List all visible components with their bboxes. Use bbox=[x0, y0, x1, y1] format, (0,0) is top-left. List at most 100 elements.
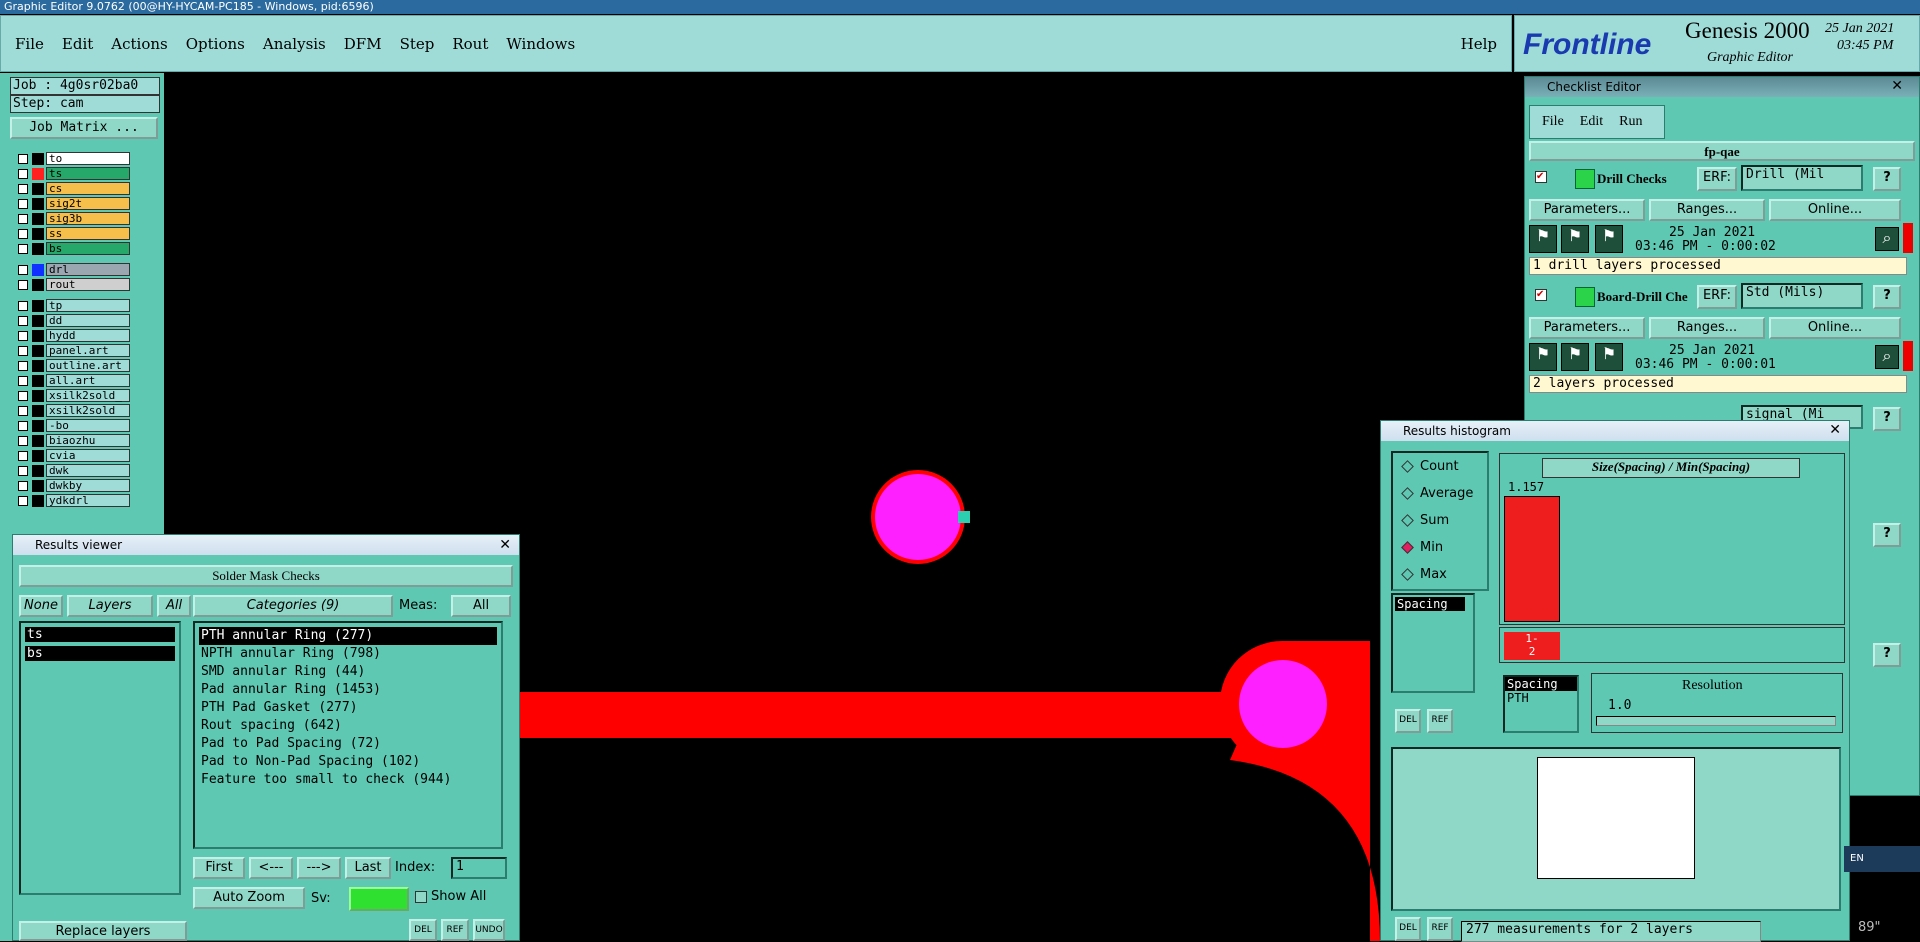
show-all-label: Show All bbox=[431, 889, 487, 904]
list-item[interactable]: Spacing bbox=[1395, 597, 1465, 611]
check-enable-checkbox[interactable]: ✔ bbox=[1535, 171, 1547, 183]
del-button[interactable]: DEL bbox=[1395, 917, 1421, 941]
all-button[interactable]: All bbox=[157, 595, 191, 617]
help-button[interactable]: ? bbox=[1873, 167, 1901, 191]
run-icon[interactable]: ⚑ bbox=[1529, 225, 1557, 253]
radio-icon[interactable] bbox=[1401, 568, 1414, 581]
close-icon[interactable]: ✕ bbox=[1891, 78, 1903, 94]
parameters-button[interactable]: Parameters... bbox=[1529, 199, 1645, 221]
erf-select[interactable]: Drill (Mil bbox=[1741, 165, 1863, 191]
help-button[interactable]: ? bbox=[1873, 643, 1901, 667]
list-item[interactable]: PTH bbox=[1505, 691, 1577, 705]
language-indicator[interactable]: EN bbox=[1844, 846, 1920, 872]
auto-zoom-select[interactable]: Auto Zoom bbox=[193, 887, 305, 909]
undo-button[interactable]: UNDO bbox=[473, 919, 505, 941]
ranges-button[interactable]: Ranges... bbox=[1649, 199, 1765, 221]
list-item[interactable]: bs bbox=[25, 646, 175, 661]
radio-icon[interactable] bbox=[1401, 541, 1414, 554]
index-input[interactable]: 1 bbox=[451, 857, 507, 879]
ref-button[interactable]: REF bbox=[1427, 709, 1453, 733]
category-item[interactable]: PTH annular Ring (277) bbox=[199, 627, 497, 645]
category-item[interactable]: Pad to Pad Spacing (72) bbox=[199, 735, 497, 753]
checklist-menu-run[interactable]: Run bbox=[1619, 114, 1642, 130]
category-item[interactable]: Rout spacing (642) bbox=[199, 717, 497, 735]
last-button[interactable]: Last bbox=[345, 857, 391, 879]
layer-result-list[interactable]: ts bs bbox=[19, 621, 181, 895]
run-icon[interactable]: ⚑ bbox=[1529, 343, 1557, 371]
radio-icon[interactable] bbox=[1401, 460, 1414, 473]
check-status-icon bbox=[1575, 287, 1595, 307]
prev-button[interactable]: <--- bbox=[249, 857, 293, 879]
option-label: Max bbox=[1420, 567, 1447, 582]
checklist-name: fp-qae bbox=[1529, 141, 1915, 161]
next-button[interactable]: ---> bbox=[297, 857, 341, 879]
bin-label[interactable]: 1- 2 bbox=[1504, 632, 1560, 660]
highlight-marker bbox=[958, 511, 970, 523]
preview-area[interactable] bbox=[1391, 747, 1841, 911]
none-button[interactable]: None bbox=[19, 595, 63, 617]
first-button[interactable]: First bbox=[193, 857, 245, 879]
erf-label: ERF: bbox=[1697, 167, 1737, 191]
category-item[interactable]: SMD annular Ring (44) bbox=[199, 663, 497, 681]
alert-indicator bbox=[1903, 223, 1913, 253]
meas-select[interactable]: All bbox=[451, 595, 511, 617]
run-selected-icon[interactable]: ⚑ bbox=[1561, 343, 1589, 371]
checklist-menu: File Edit Run bbox=[1529, 105, 1665, 139]
aggregation-option[interactable]: Average bbox=[1393, 480, 1487, 507]
radio-icon[interactable] bbox=[1401, 487, 1414, 500]
aggregation-option[interactable]: Max bbox=[1393, 561, 1487, 588]
del-button[interactable]: DEL bbox=[409, 919, 437, 941]
run-selected-icon[interactable]: ⚑ bbox=[1561, 225, 1589, 253]
resolution-value: 1.0 bbox=[1608, 698, 1632, 713]
index-label: Index: bbox=[395, 860, 436, 875]
zoom-icon[interactable]: ⌕ bbox=[1875, 345, 1899, 369]
help-button[interactable]: ? bbox=[1873, 285, 1901, 309]
histogram-status: 277 measurements for 2 layers bbox=[1461, 921, 1761, 942]
del-button[interactable]: DEL bbox=[1395, 709, 1421, 733]
option-label: Average bbox=[1420, 486, 1474, 501]
close-icon[interactable]: ✕ bbox=[499, 537, 511, 553]
run-region-icon[interactable]: ⚑ bbox=[1595, 225, 1623, 253]
zoom-icon[interactable]: ⌕ bbox=[1875, 227, 1899, 251]
category-item[interactable]: Feature too small to check (944) bbox=[199, 771, 497, 789]
histogram-bar[interactable] bbox=[1504, 496, 1560, 622]
help-button[interactable]: ? bbox=[1873, 523, 1901, 547]
layers-button[interactable]: Layers bbox=[67, 595, 153, 617]
close-icon[interactable]: ✕ bbox=[1829, 422, 1841, 438]
aggregation-option[interactable]: Min bbox=[1393, 534, 1487, 561]
red-trace bbox=[520, 692, 1260, 738]
list-item[interactable]: Spacing bbox=[1505, 677, 1577, 691]
ref-button[interactable]: REF bbox=[1427, 917, 1453, 941]
erf-select[interactable]: Std (Mils) bbox=[1741, 283, 1863, 309]
category-list[interactable]: PTH annular Ring (277) NPTH annular Ring … bbox=[193, 621, 503, 849]
parameters-button[interactable]: Parameters... bbox=[1529, 317, 1645, 339]
check-enable-checkbox[interactable]: ✔ bbox=[1535, 289, 1547, 301]
filter-list[interactable]: Spacing PTH bbox=[1503, 675, 1579, 733]
replace-layers-select[interactable]: Replace layers bbox=[19, 921, 187, 941]
category-item[interactable]: NPTH annular Ring (798) bbox=[199, 645, 497, 663]
sv-color-select[interactable] bbox=[349, 887, 409, 911]
histogram-window: Results histogram ✕ Count Average Sum Min Ma… bbox=[1380, 420, 1850, 942]
resolution-slider[interactable] bbox=[1596, 716, 1836, 726]
option-label: Min bbox=[1420, 540, 1444, 555]
run-region-icon[interactable]: ⚑ bbox=[1595, 343, 1623, 371]
checklist-menu-file[interactable]: File bbox=[1542, 114, 1564, 130]
show-all-checkbox[interactable] bbox=[415, 891, 427, 903]
run-time: 03:46 PM - 0:00:02 bbox=[1635, 239, 1776, 254]
aggregation-option[interactable]: Sum bbox=[1393, 507, 1487, 534]
field-list[interactable]: Spacing bbox=[1391, 593, 1475, 693]
help-button[interactable]: ? bbox=[1873, 407, 1901, 431]
online-button[interactable]: Online... bbox=[1769, 317, 1901, 339]
aggregation-option[interactable]: Count bbox=[1393, 453, 1487, 480]
ref-button[interactable]: REF bbox=[441, 919, 469, 941]
categories-button[interactable]: Categories (9) bbox=[193, 595, 393, 617]
online-button[interactable]: Online... bbox=[1769, 199, 1901, 221]
category-item[interactable]: Pad to Non-Pad Spacing (102) bbox=[199, 753, 497, 771]
check-status-icon bbox=[1575, 169, 1595, 189]
category-item[interactable]: Pad annular Ring (1453) bbox=[199, 681, 497, 699]
category-item[interactable]: PTH Pad Gasket (277) bbox=[199, 699, 497, 717]
radio-icon[interactable] bbox=[1401, 514, 1414, 527]
ranges-button[interactable]: Ranges... bbox=[1649, 317, 1765, 339]
checklist-menu-edit[interactable]: Edit bbox=[1580, 114, 1603, 130]
list-item[interactable]: ts bbox=[25, 627, 175, 642]
